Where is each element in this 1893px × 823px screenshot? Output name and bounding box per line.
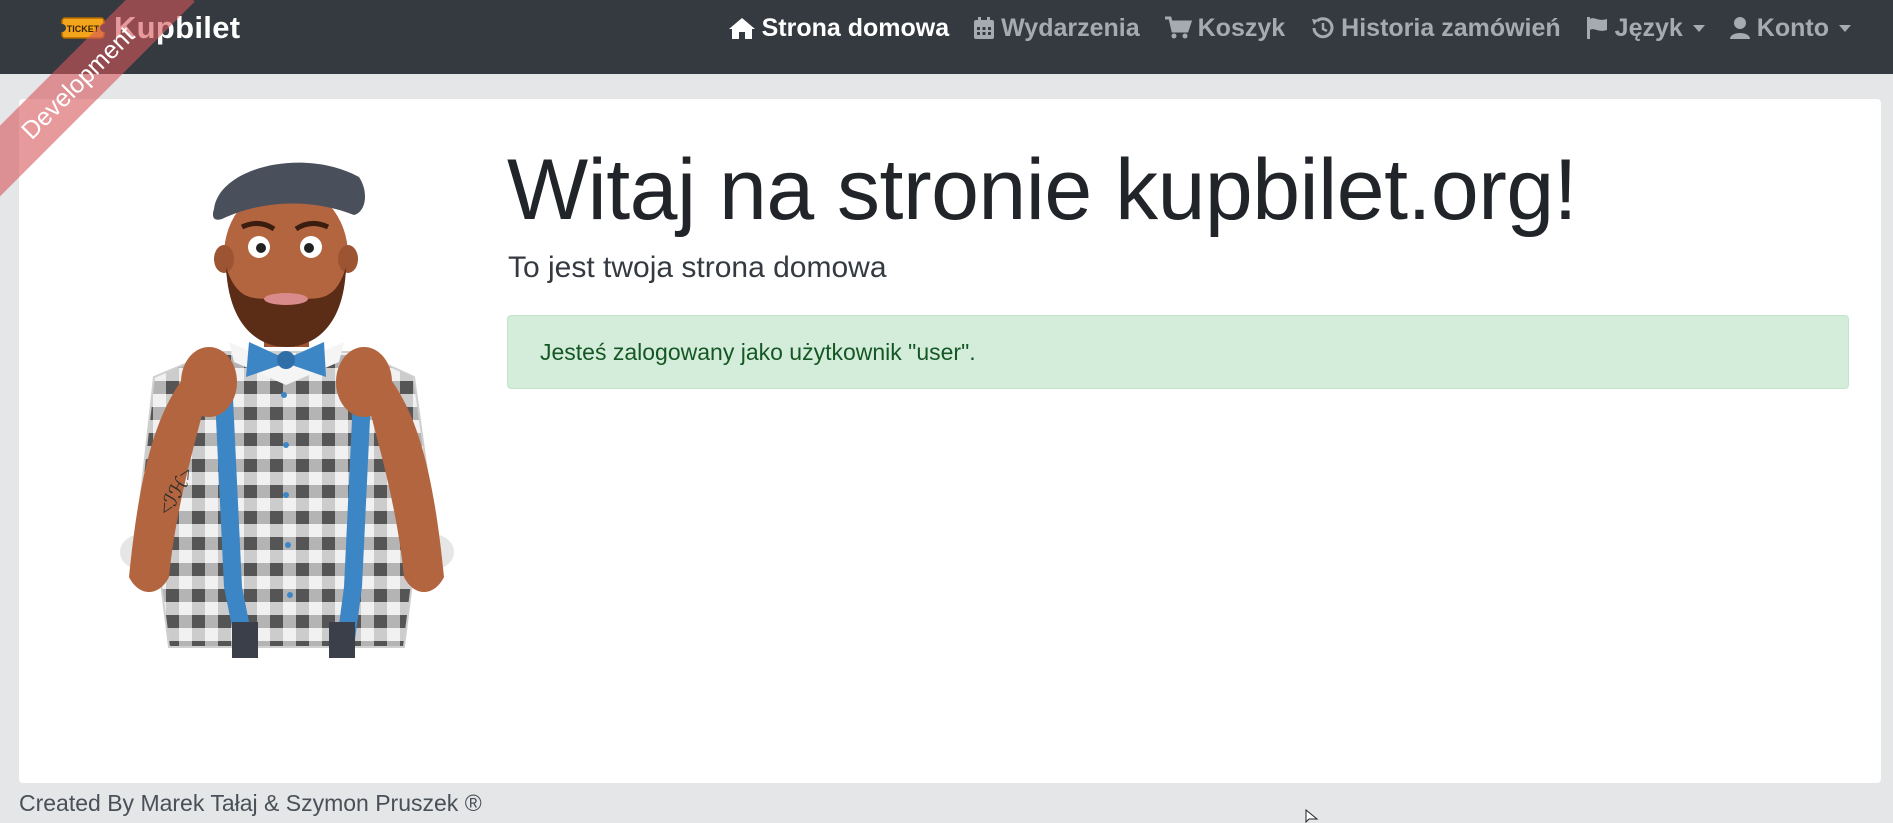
page-title: Witaj na stronie kupbilet.org!: [507, 142, 1578, 238]
nav-home[interactable]: Strona domowa: [716, 0, 962, 56]
brand-link[interactable]: TICKET Kupbilet: [58, 0, 241, 56]
login-status-alert: Jesteś zalogowany jako użytkownik "user"…: [507, 315, 1849, 389]
page-subtitle: To jest twoja strona domowa: [508, 251, 887, 284]
nav-events-label: Wydarzenia: [1001, 13, 1140, 42]
nav-order-history-label: Historia zamówień: [1341, 13, 1561, 42]
home-icon: [728, 18, 755, 39]
nav-language-label: Język: [1614, 13, 1683, 42]
login-status-text: Jesteś zalogowany jako użytkownik "user"…: [540, 338, 976, 365]
nav-order-history[interactable]: Historia zamówień: [1297, 0, 1573, 56]
history-icon: [1312, 17, 1334, 39]
brand-name: Kupbilet: [114, 10, 241, 45]
flag-icon: [1586, 17, 1607, 39]
cart-icon: [1164, 16, 1192, 39]
footer-credits: Created By Marek Tałaj & Szymon Pruszek …: [19, 790, 482, 816]
nav-account-label: Konto: [1756, 13, 1829, 42]
jumbotron-card: <ℐℋ> Witaj na stronie kupbilet.org! To j…: [19, 99, 1881, 783]
chevron-down-icon: [1692, 24, 1705, 32]
main-nav: Strona domowa Wydarzenia Koszyk Historia…: [716, 0, 1863, 56]
user-icon: [1729, 17, 1750, 39]
nav-cart[interactable]: Koszyk: [1152, 0, 1298, 56]
top-navbar: TICKET Kupbilet Strona domowa Wydarzenia…: [0, 0, 1893, 74]
nav-cart-label: Koszyk: [1197, 13, 1286, 42]
mouse-cursor-icon: [1305, 809, 1319, 823]
nav-events[interactable]: Wydarzenia: [961, 0, 1151, 56]
nav-account-dropdown[interactable]: Konto: [1717, 0, 1863, 56]
nav-language-dropdown[interactable]: Język: [1573, 0, 1717, 56]
ticket-logo-icon: TICKET: [58, 14, 108, 42]
hipster-illustration: <ℐℋ>: [120, 162, 454, 658]
chevron-down-icon: [1839, 24, 1851, 32]
svg-text:TICKET: TICKET: [67, 24, 100, 34]
nav-home-label: Strona domowa: [761, 13, 950, 42]
calendar-icon: [974, 17, 995, 39]
